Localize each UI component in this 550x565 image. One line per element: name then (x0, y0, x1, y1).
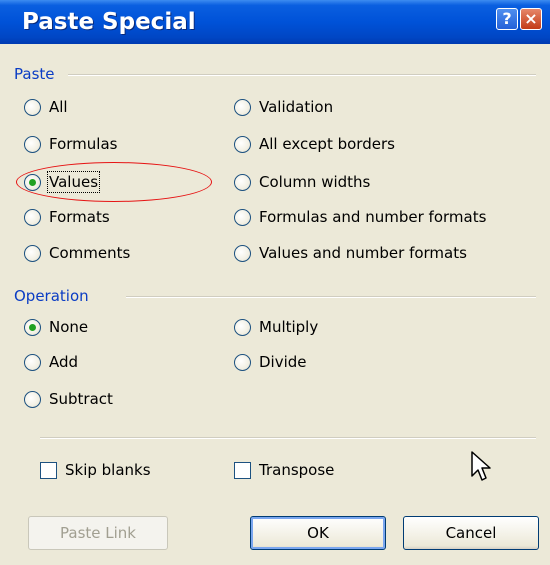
radio-label: Comments (49, 244, 131, 262)
highlight-ellipse (16, 162, 212, 202)
radio-label: Add (49, 353, 79, 371)
radio-label: Validation (259, 98, 334, 116)
radio-button[interactable] (234, 208, 251, 226)
radio-button[interactable] (234, 98, 251, 116)
dialog-title: Paste Special (22, 9, 196, 35)
radio-operation-subtract[interactable]: Subtract (24, 388, 113, 410)
radio-operation-none[interactable]: None (24, 316, 88, 338)
checkbox[interactable] (234, 461, 251, 479)
radio-button[interactable] (234, 353, 251, 371)
radio-button[interactable] (234, 135, 251, 153)
radio-label: Values and number formats (259, 244, 467, 262)
radio-button[interactable] (24, 208, 41, 226)
radio-paste-column-widths[interactable]: Column widths (234, 171, 370, 193)
radio-operation-divide[interactable]: Divide (234, 351, 307, 373)
radio-paste-formulas[interactable]: Formulas (24, 133, 117, 155)
title-bar[interactable]: Paste Special ? × (0, 0, 550, 44)
paste-group-label: Paste (14, 65, 55, 83)
radio-operation-multiply[interactable]: Multiply (234, 316, 318, 338)
radio-button[interactable] (24, 353, 41, 371)
options-separator (40, 437, 536, 439)
radio-paste-all[interactable]: All (24, 96, 68, 118)
radio-paste-validation[interactable]: Validation (234, 96, 333, 118)
radio-paste-formats[interactable]: Formats (24, 206, 110, 228)
radio-button-selected[interactable] (24, 318, 41, 336)
radio-button[interactable] (24, 98, 41, 116)
mouse-pointer-icon (471, 451, 491, 481)
checkbox-transpose[interactable]: Transpose (234, 459, 334, 481)
cancel-button[interactable]: Cancel (403, 516, 539, 550)
radio-label: Column widths (259, 173, 371, 191)
operation-separator (126, 296, 536, 298)
radio-paste-comments[interactable]: Comments (24, 242, 130, 264)
radio-paste-values-and-number-formats[interactable]: Values and number formats (234, 242, 467, 264)
radio-button[interactable] (234, 244, 251, 262)
radio-button[interactable] (24, 244, 41, 262)
radio-label: Formats (49, 208, 110, 226)
radio-button[interactable] (234, 173, 251, 191)
help-icon[interactable]: ? (496, 8, 518, 30)
radio-label: Subtract (49, 390, 113, 408)
paste-special-dialog: Paste Special ? × Paste All Formulas Val… (0, 0, 550, 565)
radio-label: None (49, 318, 89, 336)
paste-separator (68, 74, 536, 76)
checkbox-label: Skip blanks (65, 461, 151, 479)
radio-label: All except borders (259, 135, 395, 153)
radio-label: Divide (259, 353, 307, 371)
checkbox-label: Transpose (259, 461, 335, 479)
radio-button[interactable] (24, 390, 41, 408)
radio-label: All (49, 98, 68, 116)
checkbox-skip-blanks[interactable]: Skip blanks (40, 459, 151, 481)
radio-button[interactable] (234, 318, 251, 336)
radio-operation-add[interactable]: Add (24, 351, 78, 373)
ok-button[interactable]: OK (250, 516, 386, 550)
operation-group-label: Operation (14, 287, 89, 305)
checkbox[interactable] (40, 461, 57, 479)
radio-paste-all-except-borders[interactable]: All except borders (234, 133, 395, 155)
radio-label: Formulas and number formats (259, 208, 487, 226)
radio-button[interactable] (24, 135, 41, 153)
paste-link-button[interactable]: Paste Link (28, 516, 168, 550)
radio-label: Formulas (49, 135, 118, 153)
radio-paste-formulas-and-number-formats[interactable]: Formulas and number formats (234, 206, 486, 228)
close-icon[interactable]: × (520, 8, 542, 30)
radio-label: Multiply (259, 318, 319, 336)
